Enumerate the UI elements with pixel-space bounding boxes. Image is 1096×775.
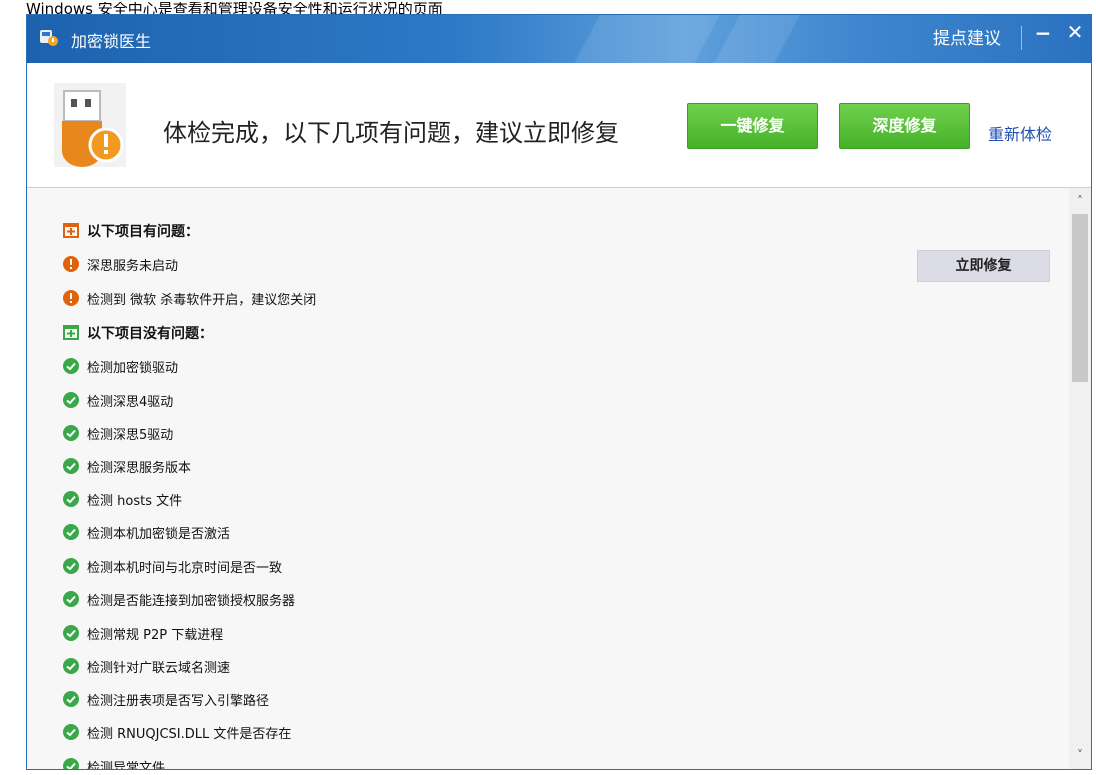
ok-section-header: 以下项目没有问题：	[27, 316, 1069, 348]
window-title: 加密锁医生	[71, 32, 152, 51]
result-headline: 体检完成，以下几项有问题，建议立即修复	[163, 119, 619, 147]
problem-text: 深思服务未启动	[87, 259, 179, 274]
ok-item: 检测深思服务版本	[27, 450, 1069, 482]
app-icon	[40, 30, 58, 46]
vertical-scrollbar[interactable]: ˄ ˅	[1069, 188, 1091, 769]
check-icon	[63, 524, 79, 540]
recheck-link[interactable]: 重新体检	[988, 121, 1052, 145]
check-icon	[63, 724, 79, 740]
scroll-up-arrow-icon[interactable]: ˄	[1069, 194, 1091, 208]
result-banner: 体检完成，以下几项有问题，建议立即修复 一键修复 深度修复 重新体检	[27, 63, 1091, 188]
check-icon	[63, 558, 79, 574]
ok-item-text: 检测深思4驱动	[87, 395, 174, 410]
app-window: 加密锁医生 提点建议 − ✕ 体检完成，以下几项有问题，建议立即修复 一键修复 …	[26, 14, 1092, 770]
ok-item: 检测注册表项是否写入引擎路径	[27, 683, 1069, 715]
ok-item: 检测加密锁驱动	[27, 350, 1069, 382]
dongle-warning-icon	[54, 83, 126, 167]
ok-header-text: 以下项目没有问题：	[87, 326, 213, 342]
ok-category-icon	[63, 325, 79, 340]
check-icon	[63, 491, 79, 507]
ok-item-text: 检测 hosts 文件	[87, 494, 183, 509]
ok-item-text: 检测异常文件	[87, 761, 166, 769]
ok-item-text: 检测 RNUQJCSI.DLL 文件是否存在	[87, 727, 292, 742]
ok-item: 检测针对广联云域名测速	[27, 650, 1069, 682]
problems-header-text: 以下项目有问题：	[87, 224, 199, 240]
ok-item: 检测异常文件	[27, 750, 1069, 769]
problem-text: 检测到 微软 杀毒软件开启，建议您关闭	[87, 293, 317, 308]
problems-section-header: 以下项目有问题：	[27, 214, 1069, 246]
ok-item-text: 检测是否能连接到加密锁授权服务器	[87, 594, 296, 609]
check-icon	[63, 658, 79, 674]
ok-item-text: 检测深思5驱动	[87, 428, 174, 443]
warning-icon	[63, 290, 79, 306]
minimize-button[interactable]: −	[1031, 21, 1055, 45]
titlebar-sheen	[574, 15, 720, 63]
deep-fix-button[interactable]: 深度修复	[839, 103, 970, 149]
problem-item: 检测到 微软 杀毒软件开启，建议您关闭	[27, 282, 1069, 314]
check-icon	[63, 625, 79, 641]
check-icon	[63, 591, 79, 607]
titlebar-divider	[1021, 26, 1022, 50]
title-bar[interactable]: 加密锁医生 提点建议 − ✕	[27, 15, 1091, 63]
titlebar-sheen	[714, 15, 800, 63]
check-icon	[63, 691, 79, 707]
ok-item: 检测本机时间与北京时间是否一致	[27, 550, 1069, 582]
check-icon	[63, 358, 79, 374]
ok-item: 检测深思4驱动	[27, 384, 1069, 416]
ok-item: 检测 hosts 文件	[27, 483, 1069, 515]
check-results-list: 以下项目有问题： 深思服务未启动 立即修复 检测到 微软 杀毒软件开启，建议您关…	[27, 188, 1069, 769]
ok-item-text: 检测本机加密锁是否激活	[87, 527, 231, 542]
ok-item: 检测是否能连接到加密锁授权服务器	[27, 583, 1069, 615]
scroll-thumb[interactable]	[1072, 214, 1088, 382]
check-icon	[63, 758, 79, 769]
check-icon	[63, 458, 79, 474]
ok-item: 检测 RNUQJCSI.DLL 文件是否存在	[27, 716, 1069, 748]
ok-item-text: 检测注册表项是否写入引擎路径	[87, 694, 270, 709]
check-icon	[63, 392, 79, 408]
ok-item: 检测常规 P2P 下载进程	[27, 617, 1069, 649]
ok-item-text: 检测本机时间与北京时间是否一致	[87, 561, 283, 576]
problem-category-icon	[63, 223, 79, 238]
close-button[interactable]: ✕	[1063, 20, 1087, 44]
ok-item-text: 检测常规 P2P 下载进程	[87, 628, 224, 643]
check-icon	[63, 425, 79, 441]
scroll-down-arrow-icon[interactable]: ˅	[1069, 748, 1091, 762]
problem-item: 深思服务未启动	[27, 248, 1069, 280]
ok-item: 检测深思5驱动	[27, 417, 1069, 449]
feedback-link[interactable]: 提点建议	[933, 24, 1001, 49]
ok-item-text: 检测深思服务版本	[87, 461, 192, 476]
warning-icon	[63, 256, 79, 272]
ok-item-text: 检测加密锁驱动	[87, 361, 179, 376]
fix-now-button[interactable]: 立即修复	[917, 250, 1050, 282]
one-key-fix-button[interactable]: 一键修复	[687, 103, 818, 149]
ok-item-text: 检测针对广联云域名测速	[87, 661, 231, 676]
ok-item: 检测本机加密锁是否激活	[27, 516, 1069, 548]
